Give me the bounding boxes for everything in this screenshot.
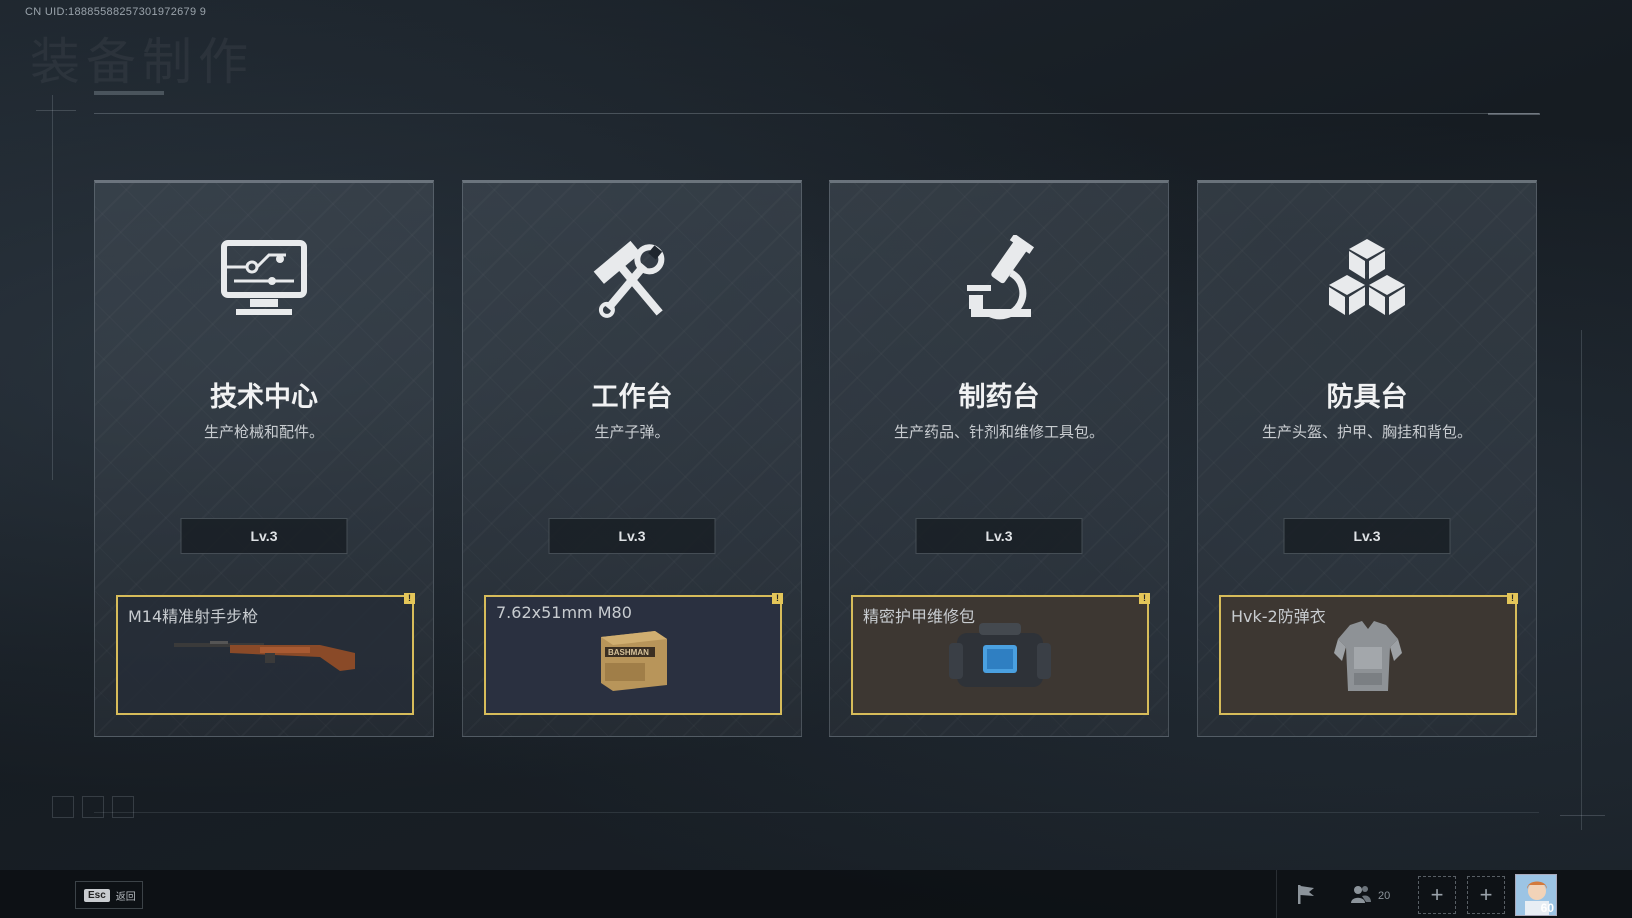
right-frame-line (1581, 330, 1582, 830)
rifle-image (170, 635, 360, 680)
station-card-workbench[interactable]: 工作台 生产子弹。 Lv.3 7.62x51mm M80 ! BASHMAN (462, 180, 802, 737)
product-slot[interactable]: 精密护甲维修包 ! (851, 593, 1150, 715)
ammo-box-label: BASHMAN (608, 648, 649, 657)
station-description: 生产药品、针剂和维修工具包。 (893, 423, 1104, 441)
station-card-tech-center[interactable]: 技术中心 生产枪械和配件。 Lv.3 M14精准射手步枪 ! (94, 180, 434, 737)
deco-square (82, 796, 104, 818)
flag-icon[interactable] (1294, 882, 1318, 911)
new-alert-badge: ! (1139, 593, 1150, 604)
deco-square (52, 796, 74, 818)
station-card-armor[interactable]: 防具台 生产头盔、护甲、胸挂和背包。 Lv.3 Hvk-2防弹衣 ! (1197, 180, 1537, 737)
add-teammate-button[interactable]: + (1418, 876, 1456, 914)
player-level: 60 (1540, 901, 1554, 915)
station-title: 防具台 (1326, 382, 1408, 413)
product-slot[interactable]: Hvk-2防弹衣 ! (1219, 593, 1518, 715)
monitor-network-icon (214, 235, 314, 325)
station-title: 制药台 (958, 382, 1040, 413)
people-icon (1350, 884, 1372, 907)
back-label: 返回 (115, 891, 136, 903)
product-name: 7.62x51mm M80 (496, 603, 632, 622)
bottom-divider (94, 812, 1539, 813)
station-level-badge: Lv.3 (1283, 518, 1451, 554)
right-frame-tick (1560, 815, 1605, 816)
top-divider-accent (1488, 113, 1540, 115)
station-description: 生产子弹。 (594, 423, 670, 441)
microscope-icon (949, 233, 1049, 325)
ammo-box-image: BASHMAN (593, 623, 673, 698)
new-alert-badge: ! (1507, 593, 1518, 604)
station-level-badge: Lv.3 (548, 518, 716, 554)
new-alert-badge: ! (404, 593, 415, 604)
new-alert-badge: ! (772, 593, 783, 604)
station-description: 生产枪械和配件。 (203, 423, 324, 441)
uid-text: CN UID:18885588257301972679 9 (25, 6, 207, 18)
station-level-badge: Lv.3 (915, 518, 1083, 554)
deco-square (112, 796, 134, 818)
boxes-icon (1317, 235, 1417, 325)
station-title: 工作台 (591, 382, 673, 413)
repair-kit-image (945, 619, 1055, 700)
product-name: M14精准射手步枪 (128, 607, 259, 626)
squad-count: 20 (1378, 889, 1391, 902)
left-frame-line (52, 95, 53, 480)
bottom-separator (1276, 870, 1277, 918)
product-slot[interactable]: 7.62x51mm M80 ! BASHMAN (484, 593, 783, 715)
hammer-wrench-icon (582, 235, 682, 325)
background-title: 装备制作 (30, 33, 254, 91)
top-divider (94, 113, 1539, 114)
left-frame-tick (36, 110, 76, 111)
back-button[interactable]: Esc 返回 (75, 881, 143, 909)
esc-key-hint: Esc (84, 888, 110, 902)
squad-indicator[interactable]: 20 (1350, 884, 1390, 907)
plus-icon: + (1430, 882, 1444, 907)
avatar[interactable]: 60 (1515, 874, 1557, 916)
body-armor-image (1328, 617, 1408, 702)
plus-icon: + (1479, 882, 1493, 907)
product-slot[interactable]: M14精准射手步枪 ! (116, 593, 415, 715)
product-name: Hvk-2防弹衣 (1231, 607, 1326, 626)
add-teammate-button[interactable]: + (1467, 876, 1505, 914)
station-level-badge: Lv.3 (180, 518, 348, 554)
station-title: 技术中心 (210, 382, 318, 413)
station-description: 生产头盔、护甲、胸挂和背包。 (1261, 423, 1472, 441)
timeline-active-segment (94, 91, 164, 95)
station-card-pharmacy[interactable]: 制药台 生产药品、针剂和维修工具包。 Lv.3 精密护甲维修包 ! (829, 180, 1169, 737)
